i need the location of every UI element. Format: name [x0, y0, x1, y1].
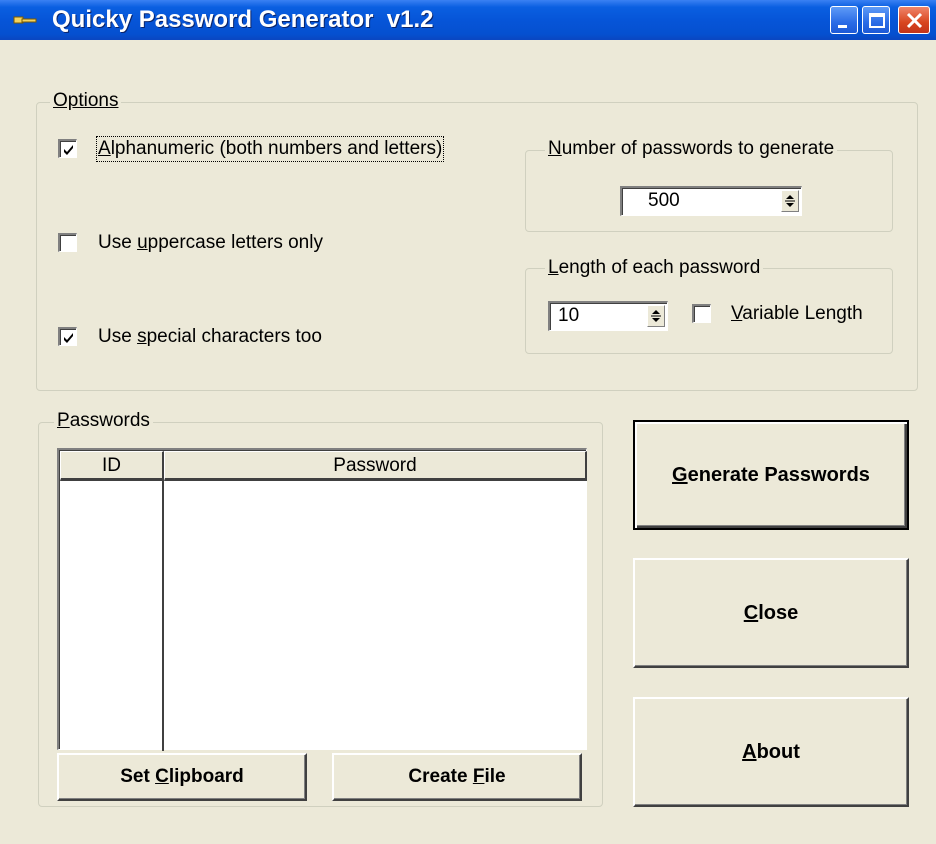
- password-length-value: 10: [558, 305, 580, 326]
- password-length-spin-buttons[interactable]: [647, 305, 665, 327]
- column-header-id[interactable]: ID: [60, 451, 164, 481]
- maximize-icon: [869, 13, 885, 28]
- minimize-button[interactable]: [830, 6, 858, 34]
- password-length-spinner[interactable]: 10: [548, 301, 668, 331]
- key-icon: [12, 10, 38, 30]
- app-window: Quicky Password Generator v1.2 Options A…: [0, 0, 936, 844]
- passwords-group-label: Passwords: [54, 410, 153, 432]
- special-characters-label[interactable]: Use special characters too: [98, 326, 322, 348]
- password-count-spinner[interactable]: 500: [620, 186, 802, 216]
- close-icon: [906, 12, 923, 29]
- list-header: ID Password: [60, 451, 587, 481]
- checkmark-icon: [64, 145, 73, 155]
- title-bar[interactable]: Quicky Password Generator v1.2: [0, 0, 936, 40]
- column-divider: [162, 481, 164, 751]
- passwords-list[interactable]: ID Password: [57, 448, 587, 751]
- spin-arrows-icon: [651, 310, 661, 322]
- password-count-value: 500: [648, 190, 680, 211]
- maximize-button[interactable]: [862, 6, 890, 34]
- spin-arrows-icon: [785, 195, 795, 207]
- generate-passwords-button[interactable]: Generate Passwords: [633, 420, 909, 530]
- column-header-password[interactable]: Password: [164, 451, 587, 481]
- checkmark-icon: [64, 333, 73, 343]
- options-group-label: Options: [50, 90, 122, 112]
- variable-length-label[interactable]: Variable Length: [731, 303, 863, 325]
- close-button[interactable]: Close: [633, 558, 909, 668]
- about-button[interactable]: About: [633, 697, 909, 807]
- password-count-label: Number of passwords to generate: [545, 138, 838, 160]
- close-window-button[interactable]: [898, 6, 930, 34]
- uppercase-only-checkbox[interactable]: [58, 233, 77, 252]
- variable-length-checkbox[interactable]: [692, 304, 711, 323]
- password-count-spin-buttons[interactable]: [781, 190, 799, 212]
- uppercase-only-label[interactable]: Use uppercase letters only: [98, 232, 323, 254]
- alphanumeric-checkbox[interactable]: [58, 139, 77, 158]
- password-length-label: Length of each password: [545, 257, 764, 279]
- create-file-button[interactable]: Create File: [332, 753, 582, 801]
- alphanumeric-label[interactable]: Alphanumeric (both numbers and letters): [95, 136, 445, 162]
- special-characters-checkbox[interactable]: [58, 327, 77, 346]
- window-title: Quicky Password Generator v1.2: [52, 6, 434, 33]
- set-clipboard-button[interactable]: Set Clipboard: [57, 753, 307, 801]
- minimize-icon: [838, 25, 847, 28]
